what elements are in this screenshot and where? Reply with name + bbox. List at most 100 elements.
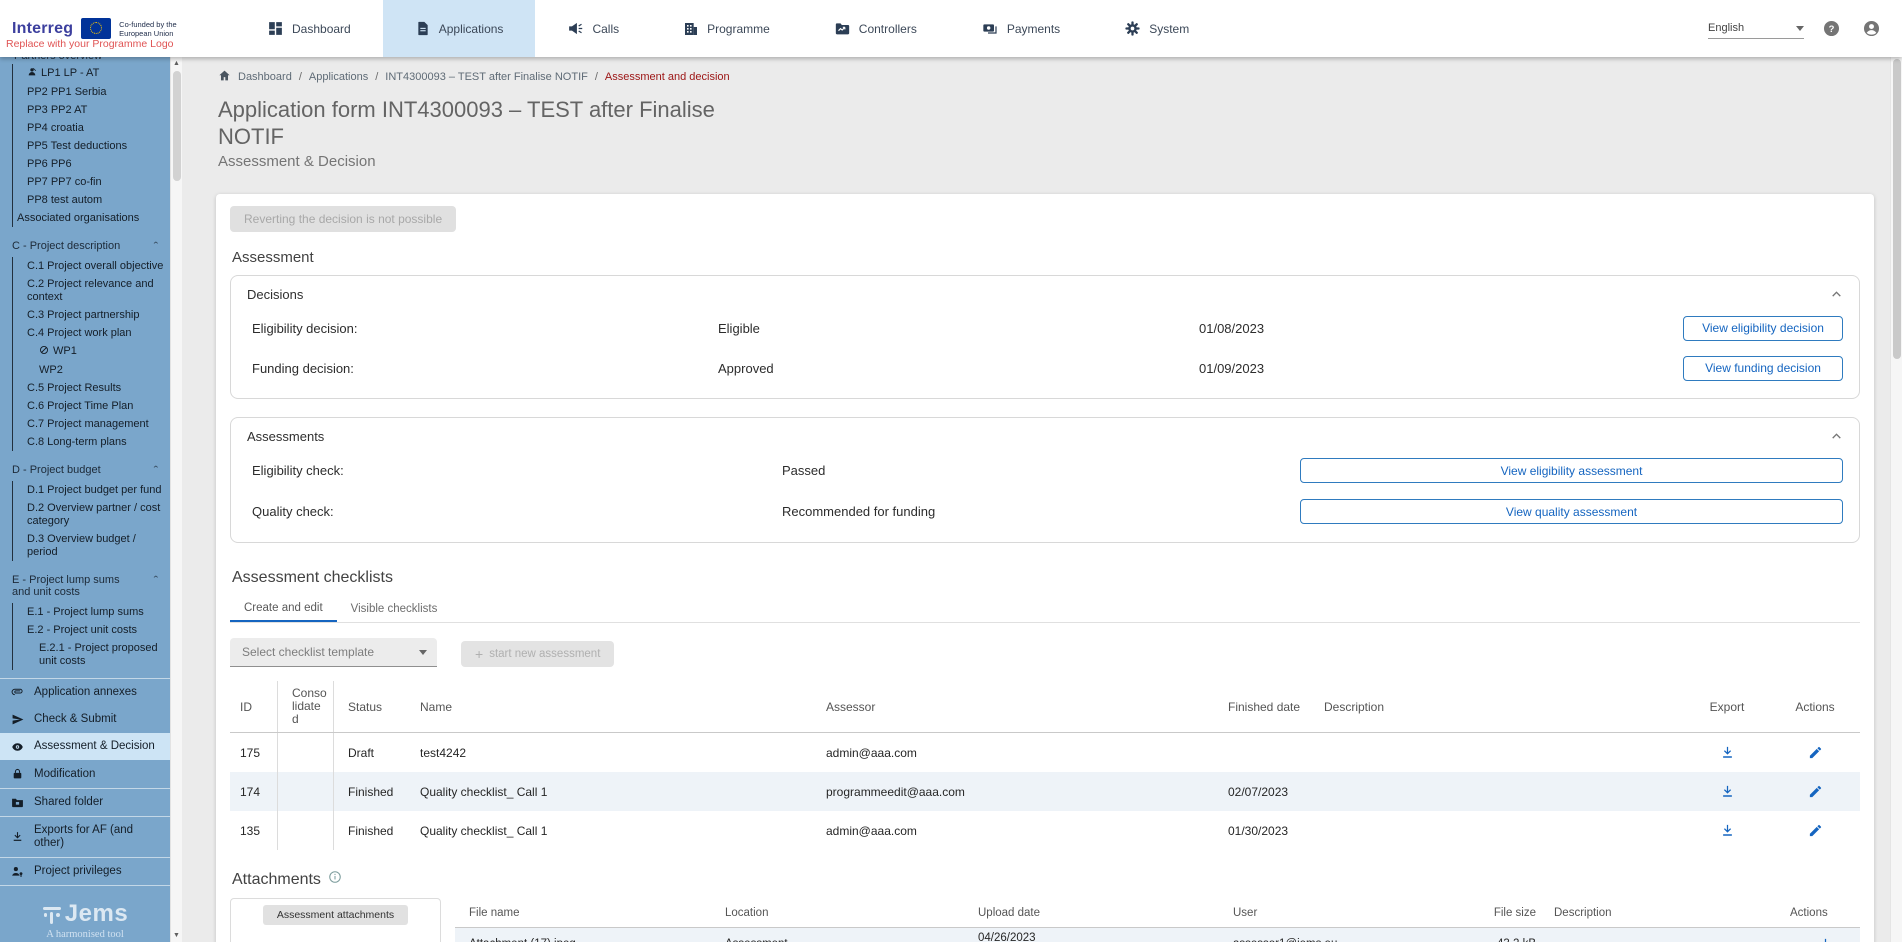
project-sidebar: Partners overview LP1 LP - AT PP2 PP1 Se… [0, 57, 170, 942]
sidebar-item-assessment-decision[interactable]: Assessment & Decision [0, 733, 170, 760]
view-funding-decision-button[interactable]: View funding decision [1683, 356, 1843, 381]
sidebar-item-label: PP8 test autom [27, 194, 102, 207]
sidebar-section-d[interactable]: D - Project budget ⌃ [0, 459, 170, 481]
sidebar-item-pp4[interactable]: PP4 croatia [13, 119, 170, 137]
col-user: User [1219, 904, 1445, 922]
revert-decision-button[interactable]: Reverting the decision is not possible [230, 206, 456, 232]
tab-create-and-edit[interactable]: Create and edit [230, 596, 337, 622]
nav-calls[interactable]: Calls [535, 0, 651, 57]
sidebar-item-pp8[interactable]: PP8 test autom [13, 191, 170, 209]
breadcrumb-dashboard[interactable]: Dashboard [238, 71, 292, 83]
export-download-icon[interactable] [1714, 779, 1740, 805]
checklist-row: 135 Finished Quality checklist_ Call 1 a… [230, 811, 1860, 850]
sidebar-item-c5[interactable]: C.5 Project Results [13, 379, 170, 397]
page-scrollbar[interactable] [1890, 57, 1902, 942]
sidebar-item-wp1[interactable]: WP1 [13, 342, 170, 361]
help-icon[interactable]: ? [1818, 16, 1844, 42]
sidebar-item-modification[interactable]: Modification [0, 760, 170, 788]
export-download-icon[interactable] [1714, 740, 1740, 766]
info-icon[interactable] [328, 870, 342, 889]
checklist-row: 175 Draft test4242 admin@aaa.com [230, 733, 1860, 772]
page-scroll-thumb[interactable] [1893, 59, 1901, 359]
sidebar-item-c2[interactable]: C.2 Project relevance and context [13, 275, 170, 306]
sidebar-item-label: E.1 - Project lump sums [27, 606, 144, 619]
section-c-group: C.1 Project overall objective C.2 Projec… [12, 257, 170, 451]
edit-pencil-icon[interactable] [1802, 818, 1828, 844]
nav-label: Applications [439, 22, 504, 36]
quality-check-value: Recommended for funding [782, 504, 1300, 519]
dashboard-icon [267, 20, 284, 37]
sidebar-item-c6[interactable]: C.6 Project Time Plan [13, 397, 170, 415]
cell-file-name: Attachment (17).jpeg [455, 935, 711, 942]
breadcrumb-applications[interactable]: Applications [309, 71, 368, 83]
sidebar-item-associated-organisations[interactable]: Associated organisations [13, 209, 170, 227]
lock-icon [10, 767, 25, 781]
nav-dashboard[interactable]: Dashboard [235, 0, 383, 57]
attachments-table-header: File name Location Upload date User File… [455, 898, 1860, 928]
sidebar-item-d3[interactable]: D.3 Overview budget / period [13, 530, 170, 561]
sidebar-item-check-submit[interactable]: Check & Submit [0, 706, 170, 733]
sidebar-item-shared-folder[interactable]: Shared folder [0, 789, 170, 816]
sidebar-item-pp3[interactable]: PP3 PP2 AT [13, 101, 170, 119]
sidebar-item-c4[interactable]: C.4 Project work plan [13, 324, 170, 342]
scroll-down-icon[interactable]: ▼ [173, 932, 180, 939]
eligibility-decision-date: 01/08/2023 [1199, 321, 1659, 336]
sidebar-item-e1[interactable]: E.1 - Project lump sums [13, 603, 170, 621]
edit-pencil-icon[interactable] [1802, 740, 1828, 766]
nav-controllers[interactable]: Controllers [802, 0, 949, 57]
collapse-chevron-icon[interactable] [1830, 430, 1843, 443]
sidebar-item-pp2[interactable]: PP2 PP1 Serbia [13, 83, 170, 101]
breadcrumb-current: Assessment and decision [605, 71, 730, 83]
sidebar-item-c3[interactable]: C.3 Project partnership [13, 306, 170, 324]
breadcrumb: Dashboard / Applications / INT4300093 – … [182, 57, 1890, 85]
start-new-assessment-button[interactable]: + start new assessment [461, 641, 614, 667]
sidebar-item-pp6[interactable]: PP6 PP6 [13, 155, 170, 173]
nav-system[interactable]: System [1092, 0, 1221, 57]
sidebar-item-lp1[interactable]: LP1 LP - AT [13, 64, 170, 83]
checklist-template-select[interactable]: Select checklist template [230, 638, 437, 667]
nav-payments[interactable]: Payments [949, 0, 1092, 57]
language-select[interactable]: English [1708, 19, 1804, 39]
nav-programme[interactable]: Programme [651, 0, 802, 57]
sidebar-item-project-privileges[interactable]: Project privileges [0, 858, 170, 885]
download-file-icon[interactable] [1812, 931, 1838, 942]
sidebar-item-d1[interactable]: D.1 Project budget per fund [13, 481, 170, 499]
sidebar-item-label: C.4 Project work plan [27, 327, 132, 340]
sidebar-item-label: D.1 Project budget per fund [27, 484, 162, 497]
cell-status: Draft [334, 733, 406, 772]
sidebar-item-partners-overview[interactable]: Partners overview [0, 57, 170, 64]
sidebar-item-application-annexes[interactable]: Application annexes [0, 679, 170, 706]
sidebar-item-c1[interactable]: C.1 Project overall objective [13, 257, 170, 275]
export-download-icon[interactable] [1714, 818, 1740, 844]
edit-pencil-icon[interactable] [1802, 779, 1828, 805]
sidebar-item-c7[interactable]: C.7 Project management [13, 415, 170, 433]
sidebar-scrollbar[interactable]: ▲ ▼ [170, 57, 182, 942]
scroll-up-icon[interactable]: ▲ [173, 60, 180, 67]
sidebar-item-e21[interactable]: E.2.1 - Project proposed unit costs [13, 639, 170, 670]
sidebar-item-e2[interactable]: E.2 - Project unit costs [13, 621, 170, 639]
view-quality-assessment-button[interactable]: View quality assessment [1300, 499, 1843, 524]
checklist-row: 174 Finished Quality checklist_ Call 1 p… [230, 772, 1860, 811]
collapse-chevron-icon[interactable] [1830, 288, 1843, 301]
sidebar-item-d2[interactable]: D.2 Overview partner / cost category [13, 499, 170, 530]
sidebar-item-pp7[interactable]: PP7 PP7 co-fin [13, 173, 170, 191]
cell-id: 175 [230, 733, 278, 772]
breadcrumb-application[interactable]: INT4300093 – TEST after Finalise NOTIF [385, 71, 588, 83]
nav-applications[interactable]: Applications [383, 0, 536, 57]
home-icon[interactable] [218, 69, 231, 85]
sidebar-section-e[interactable]: E - Project lump sums and unit costs ⌃ [0, 569, 170, 603]
col-file-size: File size [1445, 904, 1540, 922]
sidebar-item-label: PP4 croatia [27, 122, 84, 135]
sidebar-item-c8[interactable]: C.8 Long-term plans [13, 433, 170, 451]
account-icon[interactable] [1858, 16, 1884, 42]
view-eligibility-decision-button[interactable]: View eligibility decision [1683, 316, 1843, 341]
assessment-attachments-button[interactable]: Assessment attachments [263, 905, 408, 925]
sidebar-item-pp5[interactable]: PP5 Test deductions [13, 137, 170, 155]
view-eligibility-assessment-button[interactable]: View eligibility assessment [1300, 458, 1843, 483]
sidebar-scroll-thumb[interactable] [173, 71, 181, 181]
sidebar-section-c[interactable]: C - Project description ⌃ [0, 235, 170, 257]
tab-visible-checklists[interactable]: Visible checklists [337, 596, 452, 622]
sidebar-item-exports[interactable]: Exports for AF (and other) [0, 817, 170, 857]
sidebar-item-label: LP1 LP - AT [41, 67, 99, 80]
sidebar-item-wp2[interactable]: WP2 [13, 361, 170, 379]
